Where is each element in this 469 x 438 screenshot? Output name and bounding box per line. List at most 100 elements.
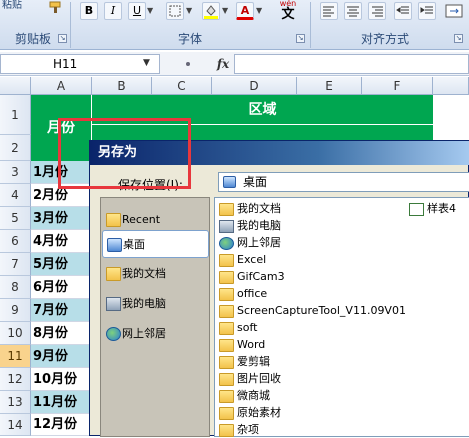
align-left-icon[interactable] (320, 2, 338, 20)
folder-icon (219, 339, 234, 352)
file-item[interactable]: GifCam3 (219, 268, 469, 285)
month-cell[interactable]: 11月份 (31, 391, 92, 414)
row-header-1[interactable]: 1 (0, 95, 31, 135)
row-header-14[interactable]: 14 (0, 414, 31, 436)
file-item[interactable]: 爱剪辑 (219, 353, 469, 370)
clipboard-launcher-icon[interactable]: ↘ (58, 34, 67, 43)
folder-icon (219, 322, 234, 335)
month-cell[interactable]: 12月份 (31, 414, 92, 436)
file-item[interactable]: 图片回收 (219, 370, 469, 387)
row-header-8[interactable]: 8 (0, 276, 31, 299)
month-cell[interactable]: 8月份 (31, 322, 92, 345)
place-network[interactable]: 网上邻居 (102, 320, 209, 348)
file-item[interactable]: 微商城 (219, 387, 469, 404)
column-header-d[interactable]: D (212, 77, 297, 95)
format-painter-icon[interactable] (46, 0, 66, 14)
italic-button[interactable]: I (104, 2, 122, 20)
splitter-handle[interactable] (168, 54, 208, 74)
file-name: 原始素材 (237, 406, 281, 419)
network-icon (106, 327, 121, 341)
chevron-down-icon[interactable]: ▼ (143, 58, 150, 68)
folder-icon (219, 424, 234, 437)
file-name: 我的电脑 (237, 219, 281, 232)
file-item[interactable]: 原始素材 (219, 404, 469, 421)
font-launcher-icon[interactable]: ↘ (296, 34, 305, 43)
select-all-corner[interactable] (0, 77, 31, 95)
paste-button[interactable]: 粘贴 (2, 0, 38, 11)
insert-function-button[interactable]: fx (212, 55, 234, 73)
row-header-11[interactable]: 11 (0, 345, 31, 368)
increase-indent-icon[interactable] (418, 2, 436, 20)
month-cell[interactable]: 5月份 (31, 253, 92, 276)
ribbon: 粘贴 剪贴板 ↘ B I U ▼ ▼ ▼ A ▼ wén 文 字体 ↘ 对齐方式… (0, 0, 469, 50)
file-item[interactable]: Word (219, 336, 469, 353)
column-header-f[interactable]: F (362, 77, 433, 95)
file-item[interactable]: 我的电脑 (219, 217, 469, 234)
file-name: 杂项 (237, 423, 259, 436)
folder-icon (219, 373, 234, 386)
row-header-13[interactable]: 13 (0, 391, 31, 414)
column-header-c[interactable]: C (152, 77, 212, 95)
file-item[interactable]: 网上邻居 (219, 234, 469, 251)
place-desktop[interactable]: 桌面 (102, 230, 209, 258)
month-cell[interactable]: 7月份 (31, 299, 92, 322)
alignment-launcher-icon[interactable]: ↘ (454, 34, 463, 43)
row-header-7[interactable]: 7 (0, 253, 31, 276)
column-header-b[interactable]: B (92, 77, 152, 95)
row-header-12[interactable]: 12 (0, 368, 31, 391)
name-box[interactable]: H11 (0, 54, 160, 74)
month-cell[interactable]: 6月份 (31, 276, 92, 299)
align-center-icon[interactable] (344, 2, 362, 20)
month-cell[interactable]: 4月份 (31, 230, 92, 253)
row-header-5[interactable]: 5 (0, 207, 31, 230)
borders-icon[interactable] (166, 2, 184, 20)
font-group-label: 字体 (177, 32, 202, 46)
chevron-down-icon[interactable]: ▼ (147, 6, 153, 15)
bold-button[interactable]: B (80, 2, 98, 20)
file-item[interactable]: office (219, 285, 469, 302)
row-header-9[interactable]: 9 (0, 299, 31, 322)
save-in-dropdown[interactable]: 桌面 (218, 172, 469, 192)
place-my-documents[interactable]: 我的文档 (102, 260, 209, 288)
row-header-2[interactable]: 2 (0, 135, 31, 161)
column-header-g[interactable] (433, 77, 469, 95)
file-name: soft (237, 321, 258, 334)
merge-center-icon[interactable] (444, 2, 466, 20)
decrease-indent-icon[interactable] (394, 2, 412, 20)
chevron-down-icon[interactable]: ▼ (186, 6, 192, 15)
folder-icon (219, 356, 234, 369)
align-right-icon[interactable] (368, 2, 386, 20)
underline-button[interactable]: U (128, 2, 146, 20)
file-item[interactable]: Excel (219, 251, 469, 268)
row-header-10[interactable]: 10 (0, 322, 31, 345)
month-cell[interactable]: 3月份 (31, 207, 92, 230)
place-label: 桌面 (123, 238, 145, 251)
file-name: ScreenCaptureTool_V11.09V01 (237, 304, 406, 317)
file-name: 爱剪辑 (237, 355, 270, 368)
file-item[interactable]: soft (219, 319, 469, 336)
fill-color-icon[interactable] (202, 2, 220, 20)
font-color-button[interactable]: A (236, 2, 254, 20)
file-name: Word (237, 338, 266, 351)
file-item[interactable]: 杂项 (219, 421, 469, 438)
chevron-down-icon[interactable]: ▼ (222, 6, 228, 15)
file-item-excel[interactable]: 样表4 (409, 200, 469, 217)
formula-bar: H11 ▼ fx (0, 52, 469, 76)
file-item[interactable]: ScreenCaptureTool_V11.09V01 (219, 302, 469, 319)
row-header-4[interactable]: 4 (0, 184, 31, 207)
place-my-computer[interactable]: 我的电脑 (102, 290, 209, 318)
column-header-a[interactable]: A (31, 77, 92, 95)
file-name: 网上邻居 (237, 236, 281, 249)
formula-input[interactable] (234, 54, 469, 74)
row-header-3[interactable]: 3 (0, 161, 31, 184)
row-header-6[interactable]: 6 (0, 230, 31, 253)
chevron-down-icon[interactable]: ▼ (256, 6, 262, 15)
phonetic-guide-button[interactable]: wén 文 (270, 0, 306, 24)
month-cell[interactable]: 9月份 (31, 345, 92, 368)
file-name: Excel (237, 253, 267, 266)
file-list[interactable]: 我的文档 我的电脑 网上邻居 Excel GifCam3 office Scre… (214, 197, 469, 437)
column-header-e[interactable]: E (297, 77, 362, 95)
month-cell[interactable]: 10月份 (31, 368, 92, 391)
desktop-icon (107, 238, 122, 252)
place-label: 我的文档 (122, 267, 166, 280)
